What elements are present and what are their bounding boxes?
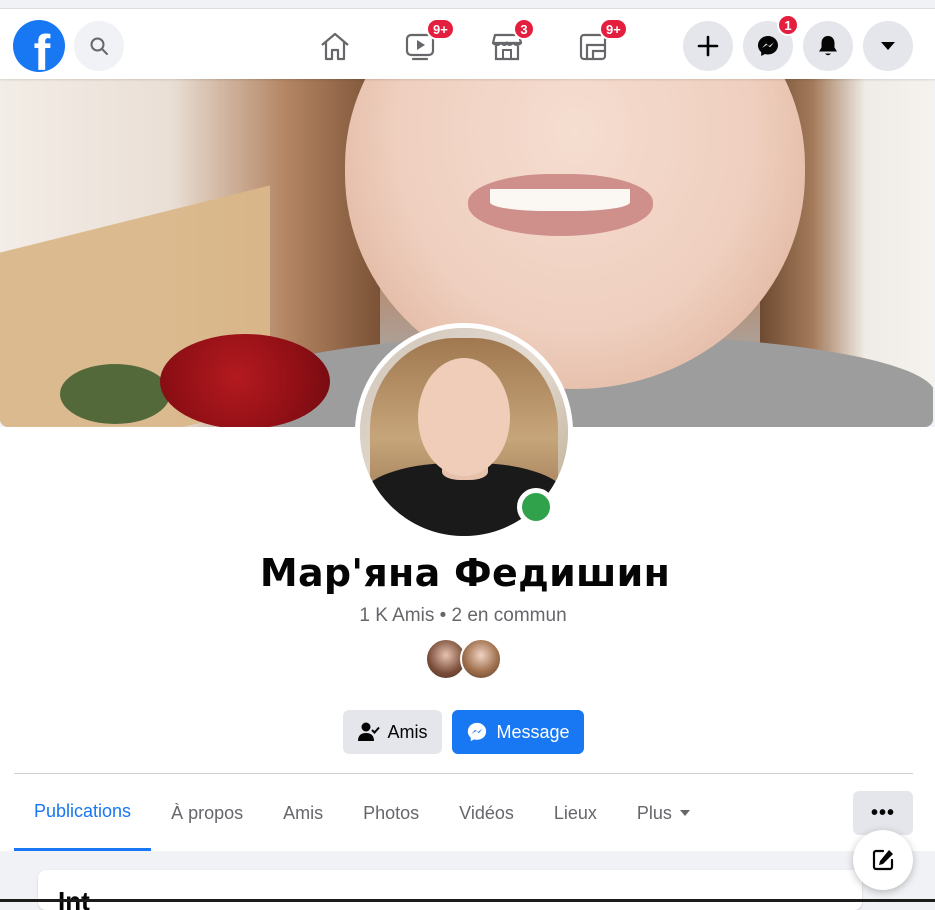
- messenger-badge: 1: [777, 14, 799, 36]
- search-icon: [90, 37, 108, 55]
- notifications-button[interactable]: [803, 21, 853, 71]
- marketplace-badge: 3: [513, 18, 535, 40]
- profile-tabs: Publications À propos Amis Photos Vidéos…: [14, 775, 710, 851]
- plus-icon: [697, 35, 719, 57]
- message-button[interactable]: Message: [452, 710, 584, 754]
- messenger-button[interactable]: 1: [743, 14, 799, 71]
- profile-name: Мар'яна Федишин: [259, 551, 671, 595]
- watch-badge: 9+: [426, 18, 455, 40]
- bell-icon: [819, 36, 837, 56]
- friends-count[interactable]: 1 K Amis • 2 en commun: [0, 605, 926, 627]
- nav-marketplace[interactable]: 3: [487, 18, 535, 66]
- messenger-icon: [758, 36, 778, 56]
- caret-down-icon: [679, 810, 690, 816]
- online-status-indicator: [517, 488, 555, 526]
- tab-more[interactable]: Plus: [617, 775, 710, 851]
- friend-check-icon: [357, 722, 380, 741]
- tab-label: Photos: [363, 802, 420, 823]
- intro-card: Int: [38, 870, 862, 910]
- tab-friends[interactable]: Amis: [263, 775, 343, 851]
- home-icon: [321, 32, 349, 61]
- tab-label: Plus: [636, 802, 672, 823]
- friends-button[interactable]: Amis: [343, 710, 442, 754]
- avatar-face: [418, 358, 510, 476]
- intro-card-title: Int: [58, 886, 90, 910]
- tab-places[interactable]: Lieux: [534, 775, 617, 851]
- tab-label: Amis: [283, 802, 324, 823]
- tab-label: Publications: [34, 801, 132, 821]
- message-button-label: Message: [496, 721, 570, 742]
- tab-videos[interactable]: Vidéos: [439, 775, 534, 851]
- more-options-icon: •••: [870, 801, 895, 824]
- friends-button-label: Amis: [387, 721, 428, 742]
- tab-publications[interactable]: Publications: [14, 775, 152, 851]
- nav-home[interactable]: [315, 26, 355, 66]
- tab-photos[interactable]: Photos: [343, 775, 439, 851]
- tab-about[interactable]: À propos: [151, 775, 263, 851]
- account-menu-button[interactable]: [863, 21, 913, 71]
- facebook-logo[interactable]: f: [13, 20, 65, 72]
- groups-badge: 9+: [599, 18, 628, 40]
- tab-label: Vidéos: [459, 802, 514, 823]
- mutual-friends-avatars[interactable]: [425, 638, 505, 680]
- search-button[interactable]: [74, 21, 124, 71]
- messenger-icon: [468, 722, 487, 742]
- create-button[interactable]: [683, 21, 733, 71]
- nav-watch[interactable]: 9+: [400, 18, 455, 66]
- header-divider: [14, 773, 913, 774]
- mutual-friend-avatar[interactable]: [460, 638, 502, 680]
- facebook-logo-letter: f: [33, 25, 51, 72]
- cover-teeth: [490, 189, 630, 211]
- top-navigation-bar: f 9+ 3 9+ 1: [0, 8, 935, 79]
- cover-rose: [160, 334, 330, 427]
- tab-label: À propos: [171, 802, 244, 823]
- caret-down-icon: [881, 42, 895, 50]
- new-message-button[interactable]: [853, 830, 913, 890]
- more-options-button[interactable]: •••: [853, 791, 913, 835]
- tab-label: Lieux: [553, 802, 597, 823]
- nav-groups[interactable]: 9+: [573, 18, 628, 66]
- cover-leaves: [60, 364, 170, 424]
- compose-icon: [872, 849, 894, 871]
